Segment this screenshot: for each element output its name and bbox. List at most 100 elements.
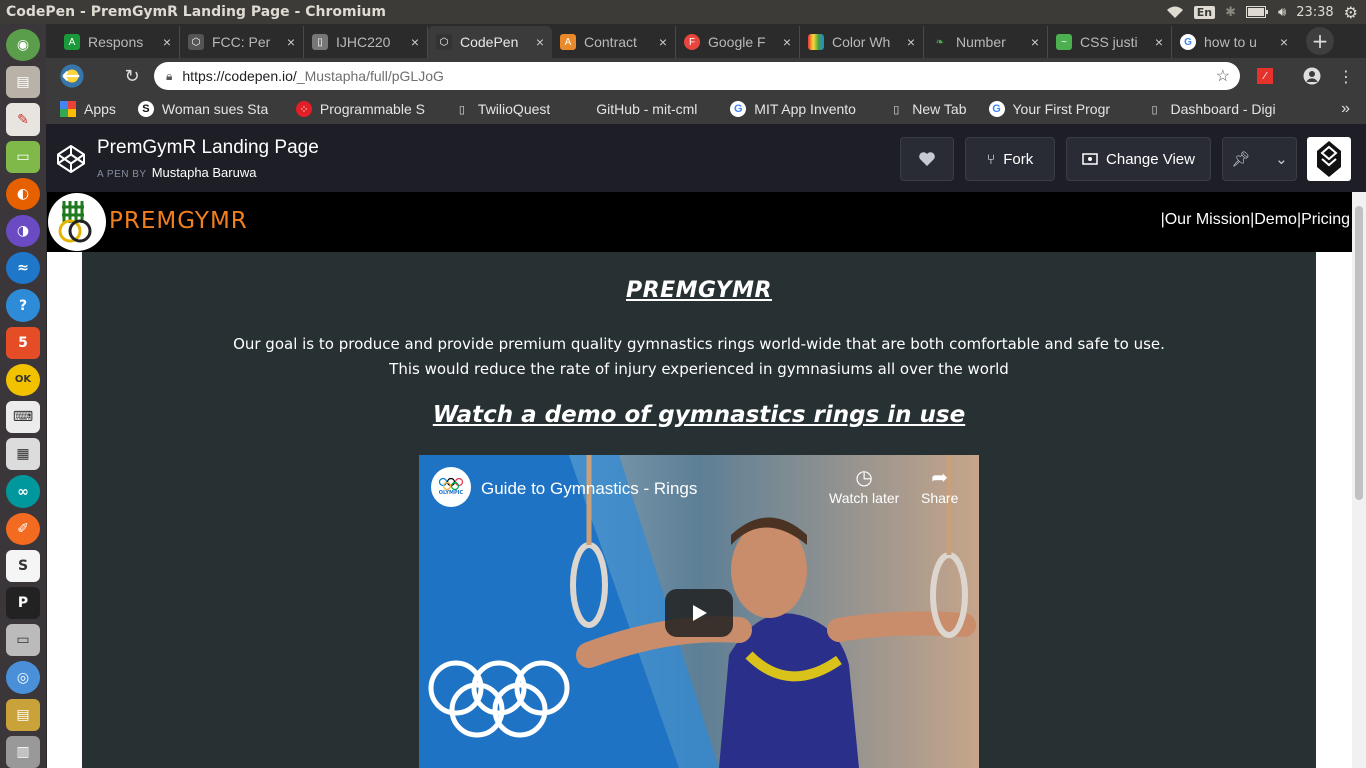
page-heading: PREMGYMR	[626, 278, 772, 303]
preview-scrollbar[interactable]	[1352, 192, 1366, 768]
tab-1[interactable]: ⬡ FCC: Per ×	[180, 26, 304, 58]
keyboard-icon[interactable]: ⌨	[6, 401, 40, 434]
bookmark-label: GitHub - mit-cml	[596, 101, 698, 117]
close-icon[interactable]: ×	[287, 34, 295, 50]
drive-icon[interactable]: ▭	[6, 624, 40, 657]
help-icon[interactable]: ?	[6, 289, 40, 322]
menu-kebab-icon[interactable]: ⋮	[1334, 64, 1358, 88]
trash-icon[interactable]: ▥	[6, 735, 40, 768]
codepen-logo-icon[interactable]	[56, 144, 86, 174]
pdf-extension-icon[interactable]: ⁄	[1253, 64, 1277, 88]
battery-icon[interactable]	[1245, 6, 1268, 18]
close-icon[interactable]: ×	[783, 34, 791, 50]
close-icon[interactable]: ×	[536, 34, 544, 50]
reload-button[interactable]: ↻	[116, 60, 148, 92]
gym-rings-logo[interactable]	[48, 193, 106, 251]
wifi-icon[interactable]	[1166, 5, 1184, 19]
bluetooth-icon[interactable]: ✱	[1225, 5, 1236, 20]
settings-gear-icon[interactable]: ⚙	[1344, 3, 1358, 22]
firefox-dev-icon[interactable]: ◑	[6, 215, 40, 248]
back-button[interactable]	[56, 60, 88, 92]
ok-icon[interactable]: OK	[6, 363, 40, 397]
bookmark-star-icon[interactable]: ☆	[1216, 66, 1230, 86]
bookmark-label: Apps	[84, 101, 116, 117]
close-icon[interactable]: ×	[1155, 34, 1163, 50]
video-title[interactable]: Guide to Gymnastics - Rings	[481, 479, 697, 499]
play-button[interactable]	[665, 589, 733, 637]
pycharm-icon[interactable]: P	[6, 587, 40, 620]
dash-home-icon[interactable]: ◉	[6, 29, 40, 62]
tab-2[interactable]: ▯ IJHC220 ×	[304, 26, 428, 58]
heart-button[interactable]	[900, 137, 954, 181]
close-icon[interactable]: ×	[659, 34, 667, 50]
watch-later-button[interactable]: ◷ Watch later	[829, 465, 899, 506]
chevron-down-icon[interactable]: ⌄	[1275, 150, 1288, 168]
tab-5[interactable]: F Google F ×	[676, 26, 800, 58]
user-avatar[interactable]	[1307, 137, 1351, 181]
change-view-button[interactable]: Change View	[1066, 137, 1211, 181]
tab-favicon: F	[684, 34, 700, 50]
fork-label: Fork	[1003, 150, 1034, 168]
nav-link-our-mission[interactable]: |Our Mission	[1161, 211, 1251, 228]
tab-0[interactable]: A Respons ×	[56, 26, 180, 58]
sketch-icon[interactable]: ✐	[6, 512, 40, 545]
bookmark-item[interactable]: G MIT App Invento	[730, 101, 866, 117]
firefox-icon[interactable]: ◐	[6, 177, 40, 211]
volume-icon[interactable]: 🔊︎	[1278, 5, 1286, 20]
olympic-channel-logo[interactable]: OLYMPIC	[431, 467, 471, 507]
tab-9[interactable]: Ghow to u ×	[1172, 26, 1296, 58]
tab-label: Respons	[88, 34, 144, 50]
tab-4[interactable]: A Contract ×	[552, 26, 676, 58]
files-icon[interactable]: ▤	[6, 66, 40, 99]
keyboard-layout-indicator[interactable]: En	[1193, 5, 1216, 19]
document-viewer-icon[interactable]: ✎	[6, 103, 40, 136]
archive-icon[interactable]: ▤	[6, 698, 40, 731]
tab-8[interactable]: ~ CSS justi ×	[1048, 26, 1172, 58]
tab-favicon: ⬡	[188, 34, 204, 50]
codepen-favicon-icon: ⬡	[436, 34, 452, 50]
bookmark-item[interactable]: ▯ Dashboard - Digi	[1147, 101, 1283, 117]
nav-link-pricing[interactable]: |Pricing	[1297, 211, 1350, 228]
slack-icon[interactable]: S	[6, 549, 40, 583]
pen-byline: A PEN BY Mustapha Baruwa	[97, 165, 256, 180]
close-icon[interactable]: ×	[163, 34, 171, 50]
close-icon[interactable]: ×	[907, 34, 915, 50]
github-icon: ●	[576, 103, 584, 115]
bookmark-item[interactable]: ▯ TwilioQuest	[454, 101, 550, 117]
tab-label: how to u	[1204, 34, 1257, 50]
new-tab-button[interactable]: +	[1306, 27, 1334, 55]
close-icon[interactable]: ×	[1280, 34, 1288, 50]
tab-favicon	[808, 34, 824, 50]
share-button[interactable]: ➦ Share	[921, 465, 958, 506]
more-bookmarks-icon[interactable]: »	[1341, 100, 1350, 118]
arduino-icon[interactable]: ∞	[6, 475, 40, 508]
site-brand[interactable]: PREMGYMR	[109, 208, 248, 234]
pin-button[interactable]: 📌︎ ⌄	[1222, 137, 1297, 181]
address-bar[interactable]: 🔒︎ https://codepen.io/_Mustapha/full/pGL…	[154, 62, 1240, 90]
tab-3[interactable]: ⬡ CodePen ×	[428, 26, 552, 58]
bookmark-item[interactable]: G Your First Progr	[988, 101, 1125, 117]
html5-icon[interactable]: 5	[6, 326, 40, 359]
bookmark-label: TwilioQuest	[477, 101, 551, 117]
bookmark-apps[interactable]: Apps	[60, 101, 116, 117]
tab-7[interactable]: ❧ Number ×	[924, 26, 1048, 58]
chromium-icon[interactable]: ◎	[6, 661, 40, 694]
tab-6[interactable]: Color Wh ×	[800, 26, 924, 58]
close-icon[interactable]: ×	[411, 34, 419, 50]
clock[interactable]: 23:38	[1296, 5, 1333, 20]
scrollbar-thumb[interactable]	[1355, 206, 1363, 500]
google-icon: G	[1180, 34, 1196, 50]
bookmark-item[interactable]: ⁘ Programmable S	[295, 101, 432, 117]
author-link[interactable]: Mustapha Baruwa	[152, 165, 257, 180]
youtube-embed[interactable]: OLYMPIC Guide to Gymnastics - Rings ◷ Wa…	[419, 455, 979, 768]
close-icon[interactable]: ×	[1031, 34, 1039, 50]
bookmark-item[interactable]: S Woman sues Sta	[137, 101, 274, 117]
nav-link-demo[interactable]: |Demo	[1250, 211, 1297, 228]
browser-icon[interactable]: ≈	[6, 252, 40, 285]
calculator-icon[interactable]: ▦	[6, 438, 40, 471]
fork-button[interactable]: ⑂ Fork	[965, 137, 1055, 181]
terminal-icon[interactable]: ▭	[6, 140, 40, 173]
bookmark-item[interactable]: ● GitHub - mit-cml	[572, 101, 708, 117]
profile-icon[interactable]	[1300, 64, 1324, 88]
bookmark-item[interactable]: ▯ New Tab	[888, 101, 966, 117]
